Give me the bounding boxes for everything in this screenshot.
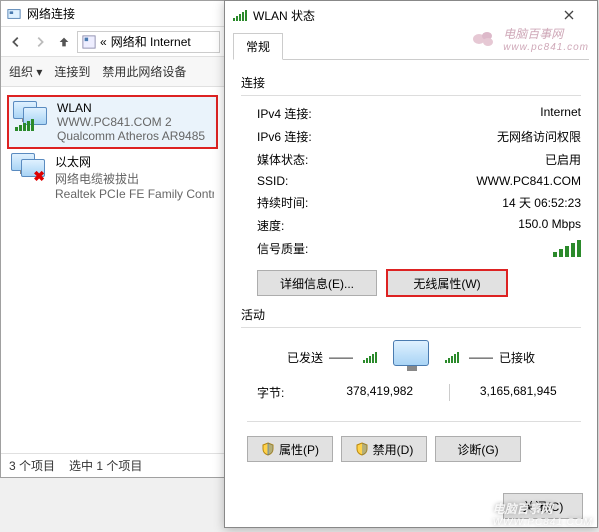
ssid-value: WWW.PC841.COM [476, 174, 581, 188]
media-state-value: 已启用 [545, 151, 581, 168]
bytes-recv-value: 3,165,681,945 [456, 384, 582, 401]
adapter-device: Qualcomm Atheros AR9485 [57, 129, 205, 143]
group-activity-label: 活动 [241, 306, 581, 323]
recv-label: 已接收 [499, 349, 535, 366]
page-watermark: 电脑百事网 WWW.PC841.COM [467, 500, 593, 528]
nav-forward-button[interactable] [29, 31, 51, 53]
ipv4-label: IPv4 连接: [257, 105, 312, 122]
ipv6-label: IPv6 连接: [257, 128, 312, 145]
address-bar-row: « 网络和 Internet [1, 27, 224, 57]
details-button[interactable]: 详细信息(E)... [257, 270, 377, 296]
adapter-list: WLAN WWW.PC841.COM 2 Qualcomm Atheros AR… [1, 87, 224, 213]
ipv4-value: Internet [540, 105, 581, 122]
wifi-icon [233, 10, 247, 21]
speed-label: 速度: [257, 217, 284, 234]
breadcrumb-prefix: « [100, 35, 107, 49]
disable-button-label: 禁用(D) [373, 441, 414, 458]
adapter-text: 以太网 网络电缆被拔出 Realtek PCIe FE Family Contr [55, 153, 214, 201]
signal-bars-icon [553, 240, 581, 257]
monitor-icon [389, 340, 433, 374]
group-connection-label: 连接 [241, 74, 581, 91]
duration-value: 14 天 06:52:23 [502, 194, 581, 211]
network-folder-icon [7, 7, 21, 21]
dash: —— [469, 350, 493, 364]
wireless-properties-button[interactable]: 无线属性(W) [387, 270, 507, 296]
ipv6-value: 无网络访问权限 [497, 128, 581, 145]
properties-button[interactable]: 属性(P) [247, 436, 333, 462]
adapter-item-wlan[interactable]: WLAN WWW.PC841.COM 2 Qualcomm Atheros AR… [7, 95, 218, 149]
properties-button-label: 属性(P) [279, 441, 319, 458]
page-watermark-text: 电脑百事网 [493, 502, 553, 516]
item-count: 3 个项目 [9, 457, 55, 474]
tab-general[interactable]: 常规 [233, 33, 283, 60]
duration-label: 持续时间: [257, 194, 308, 211]
dialog-title: WLAN 状态 [253, 7, 315, 24]
signal-quality-label: 信号质量: [257, 240, 308, 257]
ssid-label: SSID: [257, 174, 288, 188]
nav-back-button[interactable] [5, 31, 27, 53]
dialog-body: 连接 IPv4 连接: Internet IPv6 连接: 无网络访问权限 媒体状态… [225, 60, 597, 470]
ethernet-adapter-icon: ✖ [11, 153, 47, 183]
bytes-label: 字节: [257, 384, 317, 401]
adapter-name: 以太网 [55, 153, 214, 170]
toolbar-organize[interactable]: 组织 ▾ [9, 63, 42, 80]
flower-icon [471, 28, 497, 50]
sent-signal-icon [363, 352, 377, 363]
wlan-adapter-icon [13, 101, 49, 131]
wlan-status-dialog: WLAN 状态 电脑百事网 www.pc841.com 常规 连接 IPv4 连… [224, 0, 598, 528]
nav-up-button[interactable] [53, 31, 75, 53]
recv-signal-icon [445, 352, 459, 363]
control-panel-icon [82, 35, 96, 49]
toolbar: 组织 ▾ 连接到 禁用此网络设备 [1, 57, 224, 87]
watermark: 电脑百事网 www.pc841.com [471, 25, 589, 53]
status-bar: 3 个项目 选中 1 个项目 [1, 453, 224, 477]
error-x-icon: ✖ [33, 168, 45, 185]
toolbar-connect-to[interactable]: 连接到 [54, 63, 90, 80]
bytes-sent-value: 378,419,982 [317, 384, 443, 401]
adapter-name: WLAN [57, 101, 205, 115]
speed-value: 150.0 Mbps [518, 217, 581, 234]
watermark-logo-icon [467, 503, 489, 525]
adapter-device: Realtek PCIe FE Family Contr [55, 187, 214, 201]
diagnose-button[interactable]: 诊断(G) [435, 436, 521, 462]
adapter-item-ethernet[interactable]: ✖ 以太网 网络电缆被拔出 Realtek PCIe FE Family Con… [7, 149, 218, 205]
adapter-network: WWW.PC841.COM 2 [57, 115, 205, 129]
adapter-text: WLAN WWW.PC841.COM 2 Qualcomm Atheros AR… [57, 101, 205, 143]
disable-button[interactable]: 禁用(D) [341, 436, 427, 462]
window-title: 网络连接 [27, 5, 75, 22]
selection-count: 选中 1 个项目 [69, 457, 142, 474]
shield-icon [261, 442, 275, 456]
breadcrumb-text: 网络和 Internet [111, 33, 191, 50]
titlebar[interactable]: 网络连接 [1, 1, 224, 27]
network-connections-window: 网络连接 « 网络和 Internet 组织 ▾ 连接到 禁用此网络设备 WLA… [0, 0, 225, 478]
toolbar-disable-device[interactable]: 禁用此网络设备 [102, 63, 186, 80]
dash: —— [329, 350, 353, 364]
sent-label: 已发送 [287, 349, 323, 366]
media-state-label: 媒体状态: [257, 151, 308, 168]
adapter-status: 网络电缆被拔出 [55, 170, 214, 187]
address-bar[interactable]: « 网络和 Internet [77, 31, 220, 53]
watermark-text: 电脑百事网 [503, 25, 589, 42]
watermark-url: www.pc841.com [503, 42, 589, 53]
page-watermark-sub: WWW.PC841.COM [493, 517, 593, 528]
shield-icon [355, 442, 369, 456]
activity-diagram: 已发送 —— —— 已接收 [241, 334, 581, 380]
